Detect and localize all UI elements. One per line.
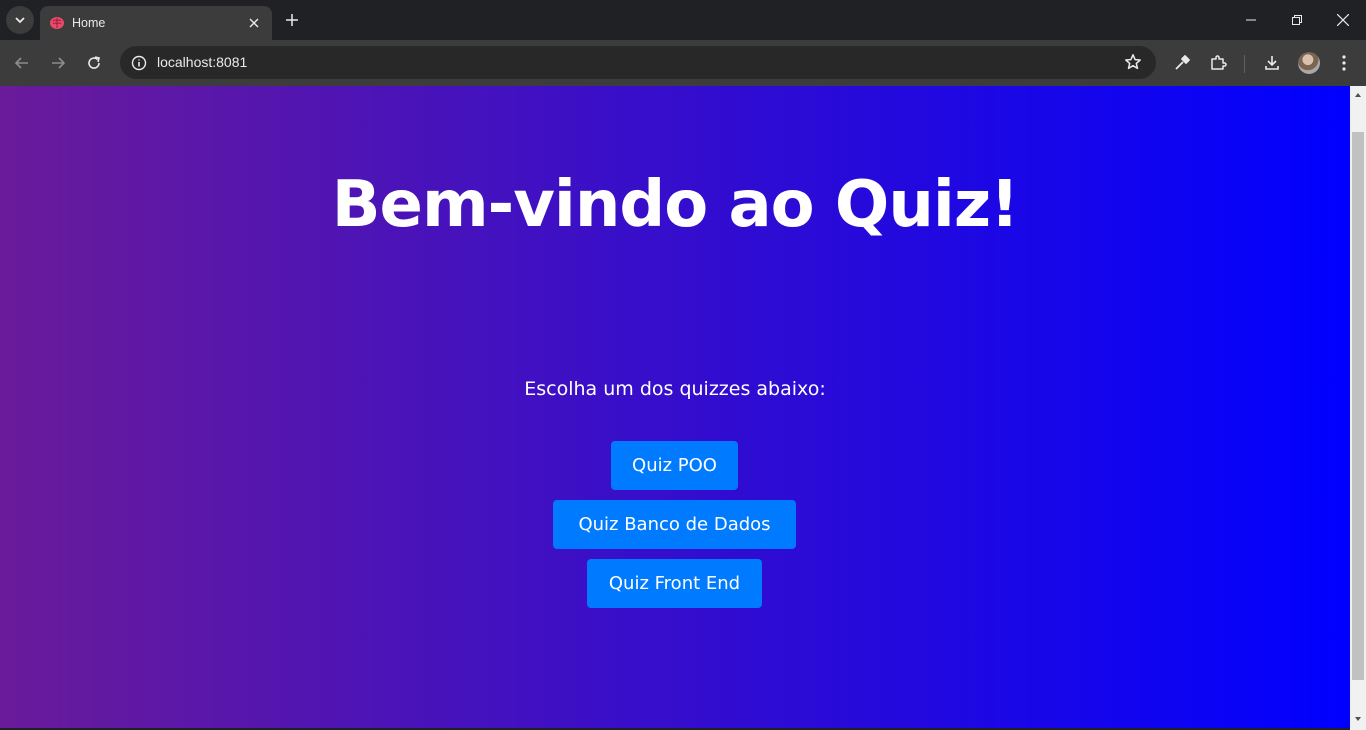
eyedropper-icon <box>1175 55 1190 70</box>
minimize-button[interactable] <box>1228 6 1274 34</box>
download-icon <box>1265 56 1279 70</box>
close-icon[interactable] <box>244 13 264 33</box>
quiz-front-end-button[interactable]: Quiz Front End <box>587 559 762 608</box>
arrow-right-icon <box>52 57 66 69</box>
puzzle-icon <box>1211 55 1227 70</box>
restore-icon <box>1292 15 1302 25</box>
arrow-left-icon <box>14 57 28 69</box>
extensions-button[interactable] <box>1206 51 1230 75</box>
kebab-menu-icon <box>1342 55 1346 71</box>
new-tab-button[interactable] <box>280 8 304 32</box>
browser-menu-button[interactable] <box>1332 51 1356 75</box>
quiz-prompt: Escolha um dos quizzes abaixo: <box>524 378 826 400</box>
plus-icon <box>286 14 298 26</box>
close-icon <box>1337 14 1349 26</box>
browser-tab-strip: Home <box>0 0 1366 40</box>
reload-button[interactable] <box>82 51 106 75</box>
page-title: Bem-vindo ao Quiz! <box>331 168 1020 242</box>
eyedropper-button[interactable] <box>1170 51 1194 75</box>
reload-icon <box>88 56 100 69</box>
quiz-banco-de-dados-button[interactable]: Quiz Banco de Dados <box>553 500 796 549</box>
tab-title: Home <box>72 16 106 30</box>
page-viewport: Bem-vindo ao Quiz! Escolha um dos quizze… <box>0 86 1350 730</box>
minimize-icon <box>1246 19 1256 21</box>
address-bar[interactable]: localhost:8081 <box>120 46 1156 79</box>
address-url[interactable]: localhost:8081 <box>157 54 247 70</box>
chevron-down-icon <box>15 17 25 24</box>
forward-button[interactable] <box>46 51 70 75</box>
quiz-poo-button[interactable]: Quiz POO <box>611 441 738 490</box>
brain-icon <box>49 15 65 31</box>
restore-button[interactable] <box>1274 6 1320 34</box>
browser-toolbar: localhost:8081 <box>0 40 1366 86</box>
profile-avatar[interactable] <box>1298 52 1320 74</box>
back-button[interactable] <box>10 51 34 75</box>
tab-search-button[interactable] <box>6 6 34 34</box>
scrollbar-thumb[interactable] <box>1352 132 1364 680</box>
downloads-button[interactable] <box>1260 51 1284 75</box>
star-icon[interactable] <box>1122 51 1144 73</box>
tab-home[interactable]: Home <box>40 6 272 40</box>
scroll-down-arrow-icon[interactable] <box>1353 714 1363 724</box>
toolbar-separator <box>1244 55 1245 73</box>
scroll-up-arrow-icon[interactable] <box>1353 90 1363 100</box>
close-window-button[interactable] <box>1320 6 1366 34</box>
info-icon[interactable] <box>128 52 150 74</box>
